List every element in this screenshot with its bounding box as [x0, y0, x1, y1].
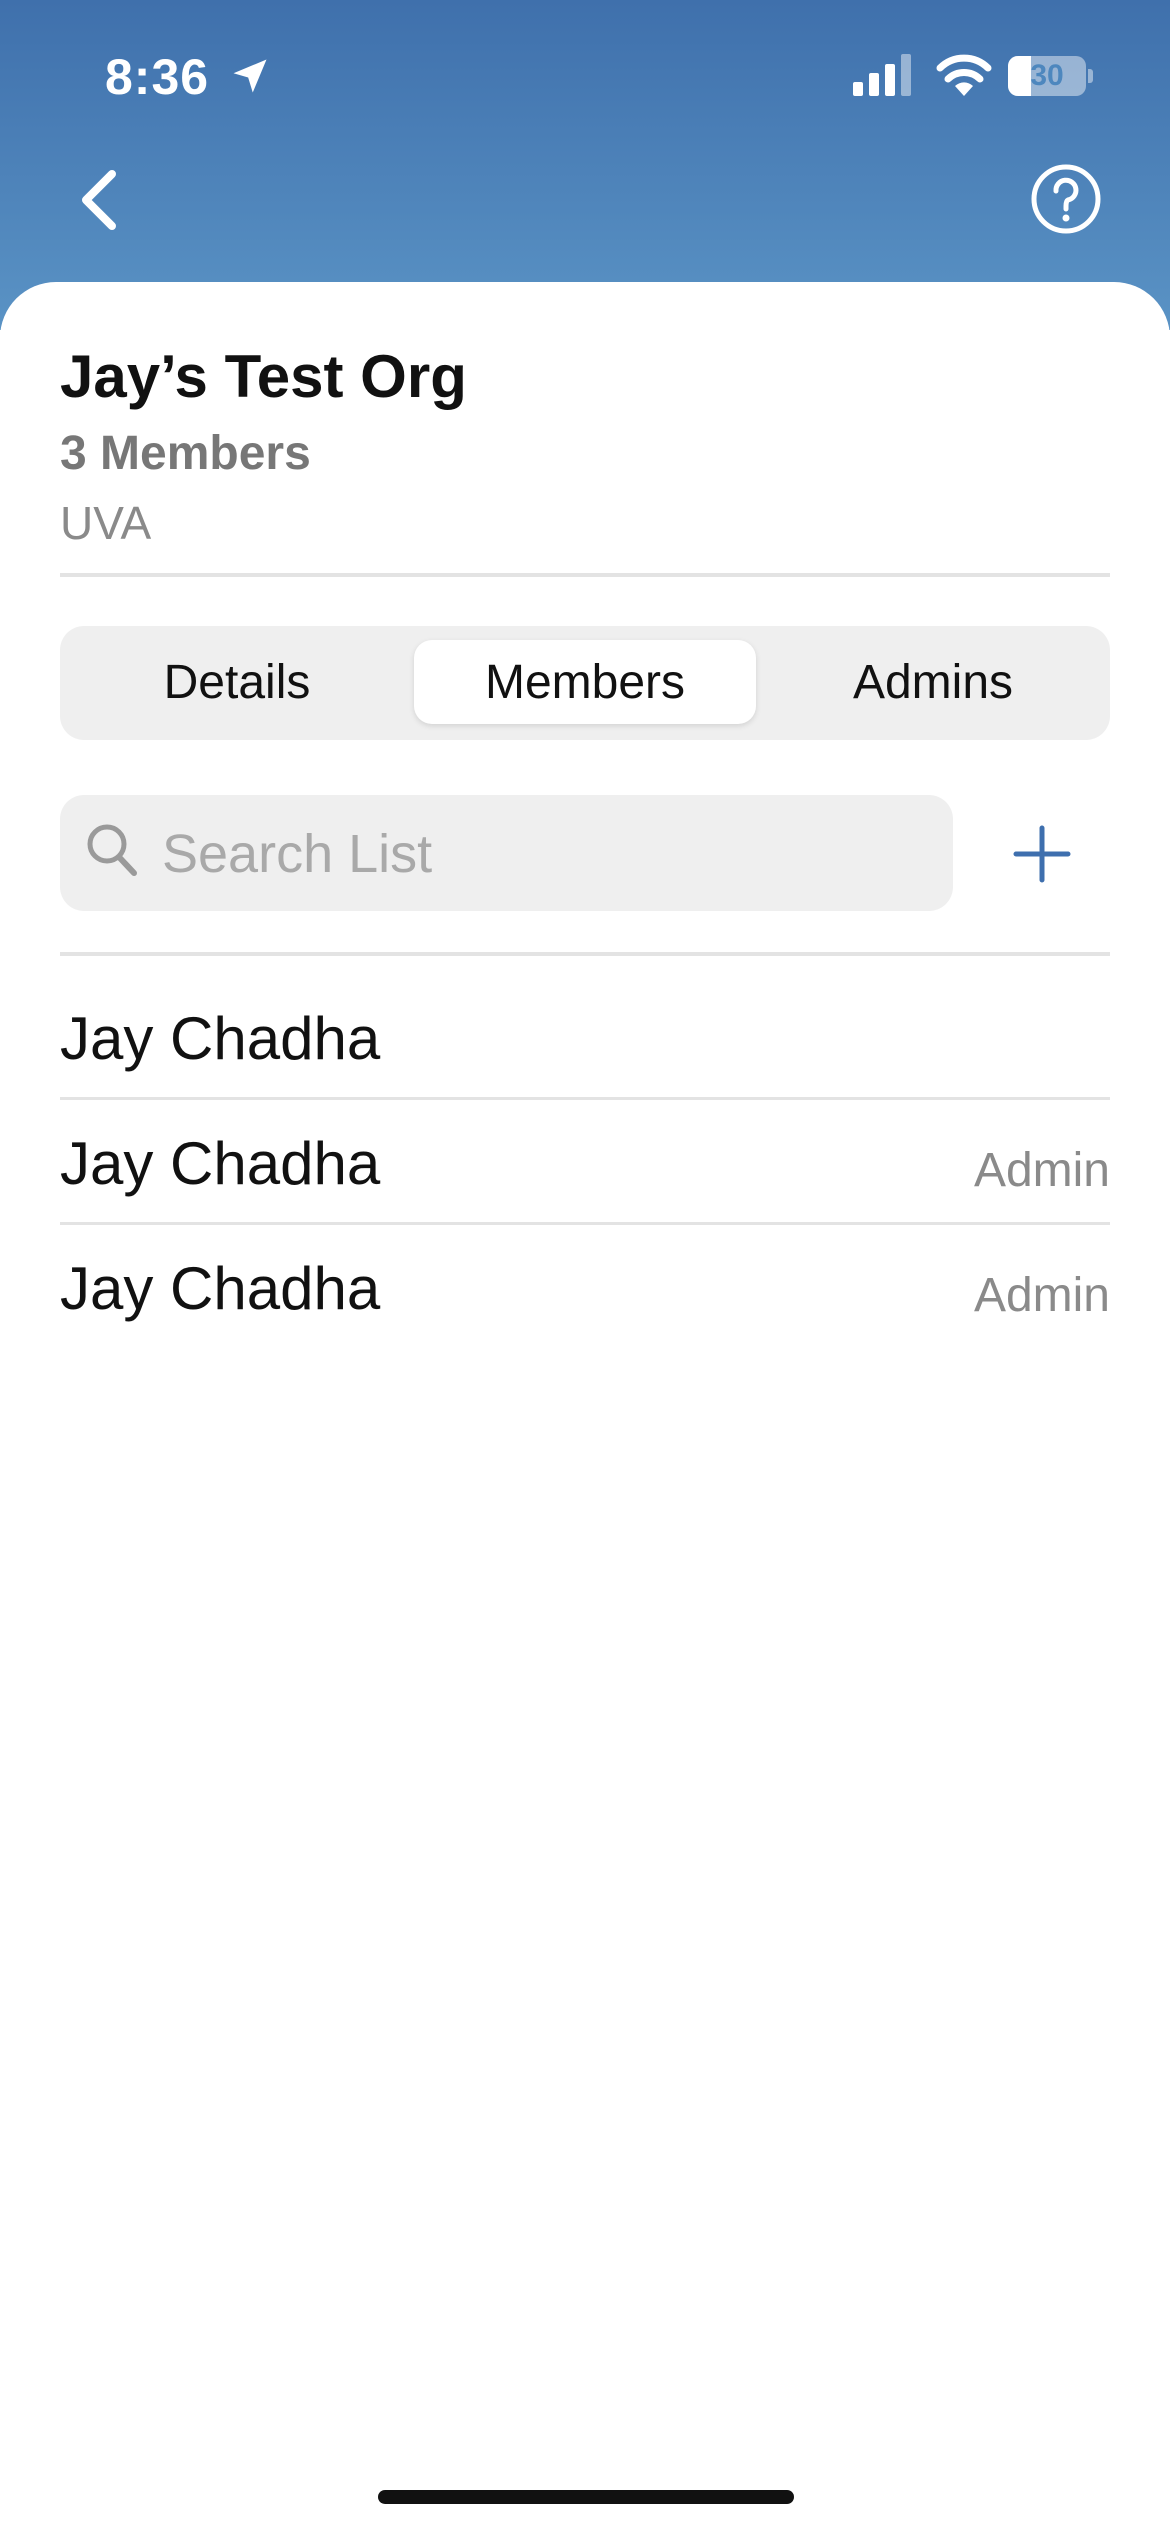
location-arrow-icon — [233, 59, 267, 93]
org-school: UVA — [60, 497, 152, 549]
content-sheet — [0, 282, 1170, 2532]
divider — [60, 573, 1110, 577]
member-row[interactable]: Jay Chadha Admin — [60, 1226, 1110, 1350]
member-role: Admin — [973, 1144, 1110, 1197]
tab-members[interactable]: Members — [414, 626, 756, 740]
status-time: 8:36 — [105, 49, 210, 105]
cellular-signal-icon — [853, 54, 911, 96]
plus-icon[interactable] — [1010, 822, 1074, 886]
search-icon — [87, 824, 137, 876]
home-indicator — [378, 2490, 794, 2504]
search-bar — [60, 795, 953, 911]
segmented-control: Details Members Admins — [60, 626, 1110, 740]
member-row[interactable]: Jay Chadha — [60, 976, 1110, 1100]
member-name: Jay Chadha — [60, 1130, 381, 1197]
tab-details[interactable]: Details — [60, 626, 414, 740]
divider — [60, 952, 1110, 956]
member-name: Jay Chadha — [60, 1255, 381, 1322]
member-row[interactable]: Jay Chadha Admin — [60, 1101, 1110, 1225]
header-bar: 8:36 30 — [0, 0, 1170, 330]
chevron-left-icon[interactable] — [70, 160, 130, 240]
battery-percent: 30 — [1030, 59, 1064, 92]
battery-indicator: 30 — [1008, 56, 1086, 96]
battery-nub — [1088, 69, 1093, 83]
org-title: Jay’s Test Org — [60, 343, 467, 410]
question-circle-icon[interactable] — [1030, 163, 1102, 235]
tab-admins[interactable]: Admins — [756, 626, 1110, 740]
wifi-icon — [936, 54, 992, 96]
search-input[interactable] — [160, 813, 924, 895]
member-name: Jay Chadha — [60, 1005, 381, 1072]
member-count: 3 Members — [60, 427, 311, 480]
member-role: Admin — [973, 1269, 1110, 1322]
row-divider — [60, 1222, 1110, 1225]
row-divider — [60, 1097, 1110, 1100]
